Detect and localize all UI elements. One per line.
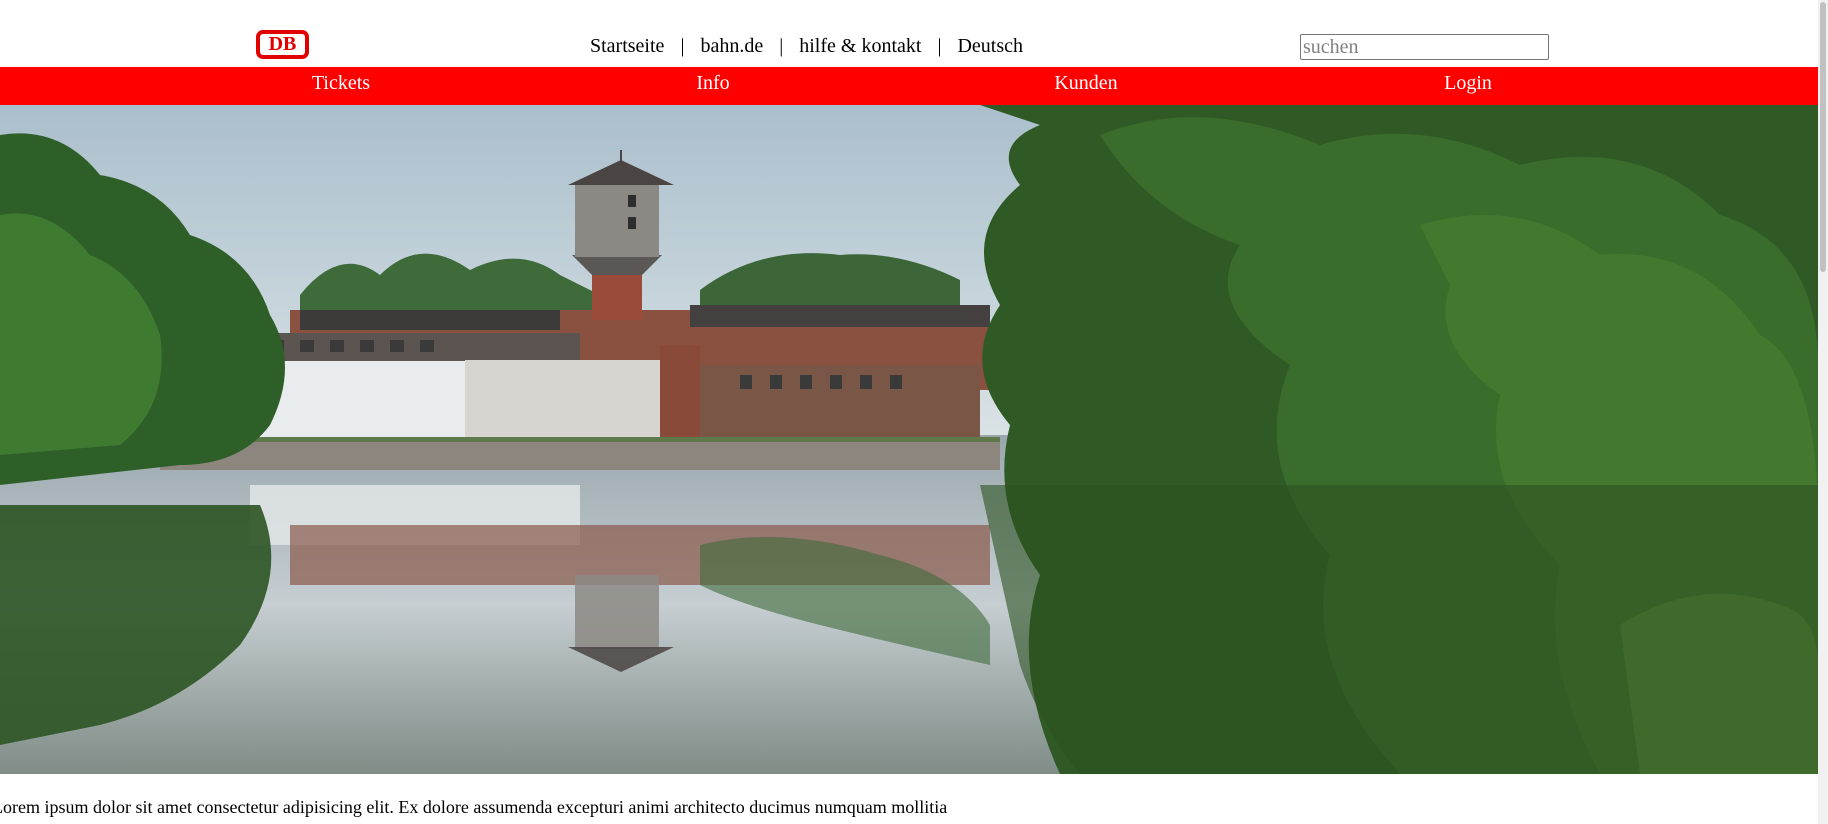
top-links: Startseite | bahn.de | hilfe & kontakt |… (590, 33, 1023, 59)
link-separator: | (680, 34, 685, 57)
main-nav: Tickets Info Kunden Login (0, 67, 1818, 105)
nav-item-kunden[interactable]: Kunden (1054, 67, 1117, 105)
link-bahn-de[interactable]: bahn.de (700, 35, 763, 58)
intro-text: Lorem ipsum dolor sit amet consectetur a… (0, 797, 948, 817)
link-separator: | (937, 34, 942, 57)
page: DB Startseite | bahn.de | hilfe & kontak… (0, 0, 1818, 824)
hero-photo (0, 105, 1818, 774)
scrollbar-thumb[interactable] (1820, 2, 1826, 272)
nav-item-info[interactable]: Info (696, 67, 729, 105)
db-logo[interactable]: DB (256, 30, 309, 59)
top-header: DB Startseite | bahn.de | hilfe & kontak… (0, 0, 1818, 67)
link-separator: | (779, 34, 784, 57)
link-hilfe-kontakt[interactable]: hilfe & kontakt (799, 35, 921, 58)
link-language-deutsch[interactable]: Deutsch (957, 35, 1023, 58)
vertical-scrollbar[interactable] (1818, 0, 1828, 824)
nav-item-tickets[interactable]: Tickets (312, 67, 370, 105)
nav-item-login[interactable]: Login (1444, 67, 1492, 105)
link-startseite[interactable]: Startseite (590, 35, 664, 58)
hero-image (0, 105, 1818, 774)
search-input[interactable] (1300, 34, 1549, 60)
